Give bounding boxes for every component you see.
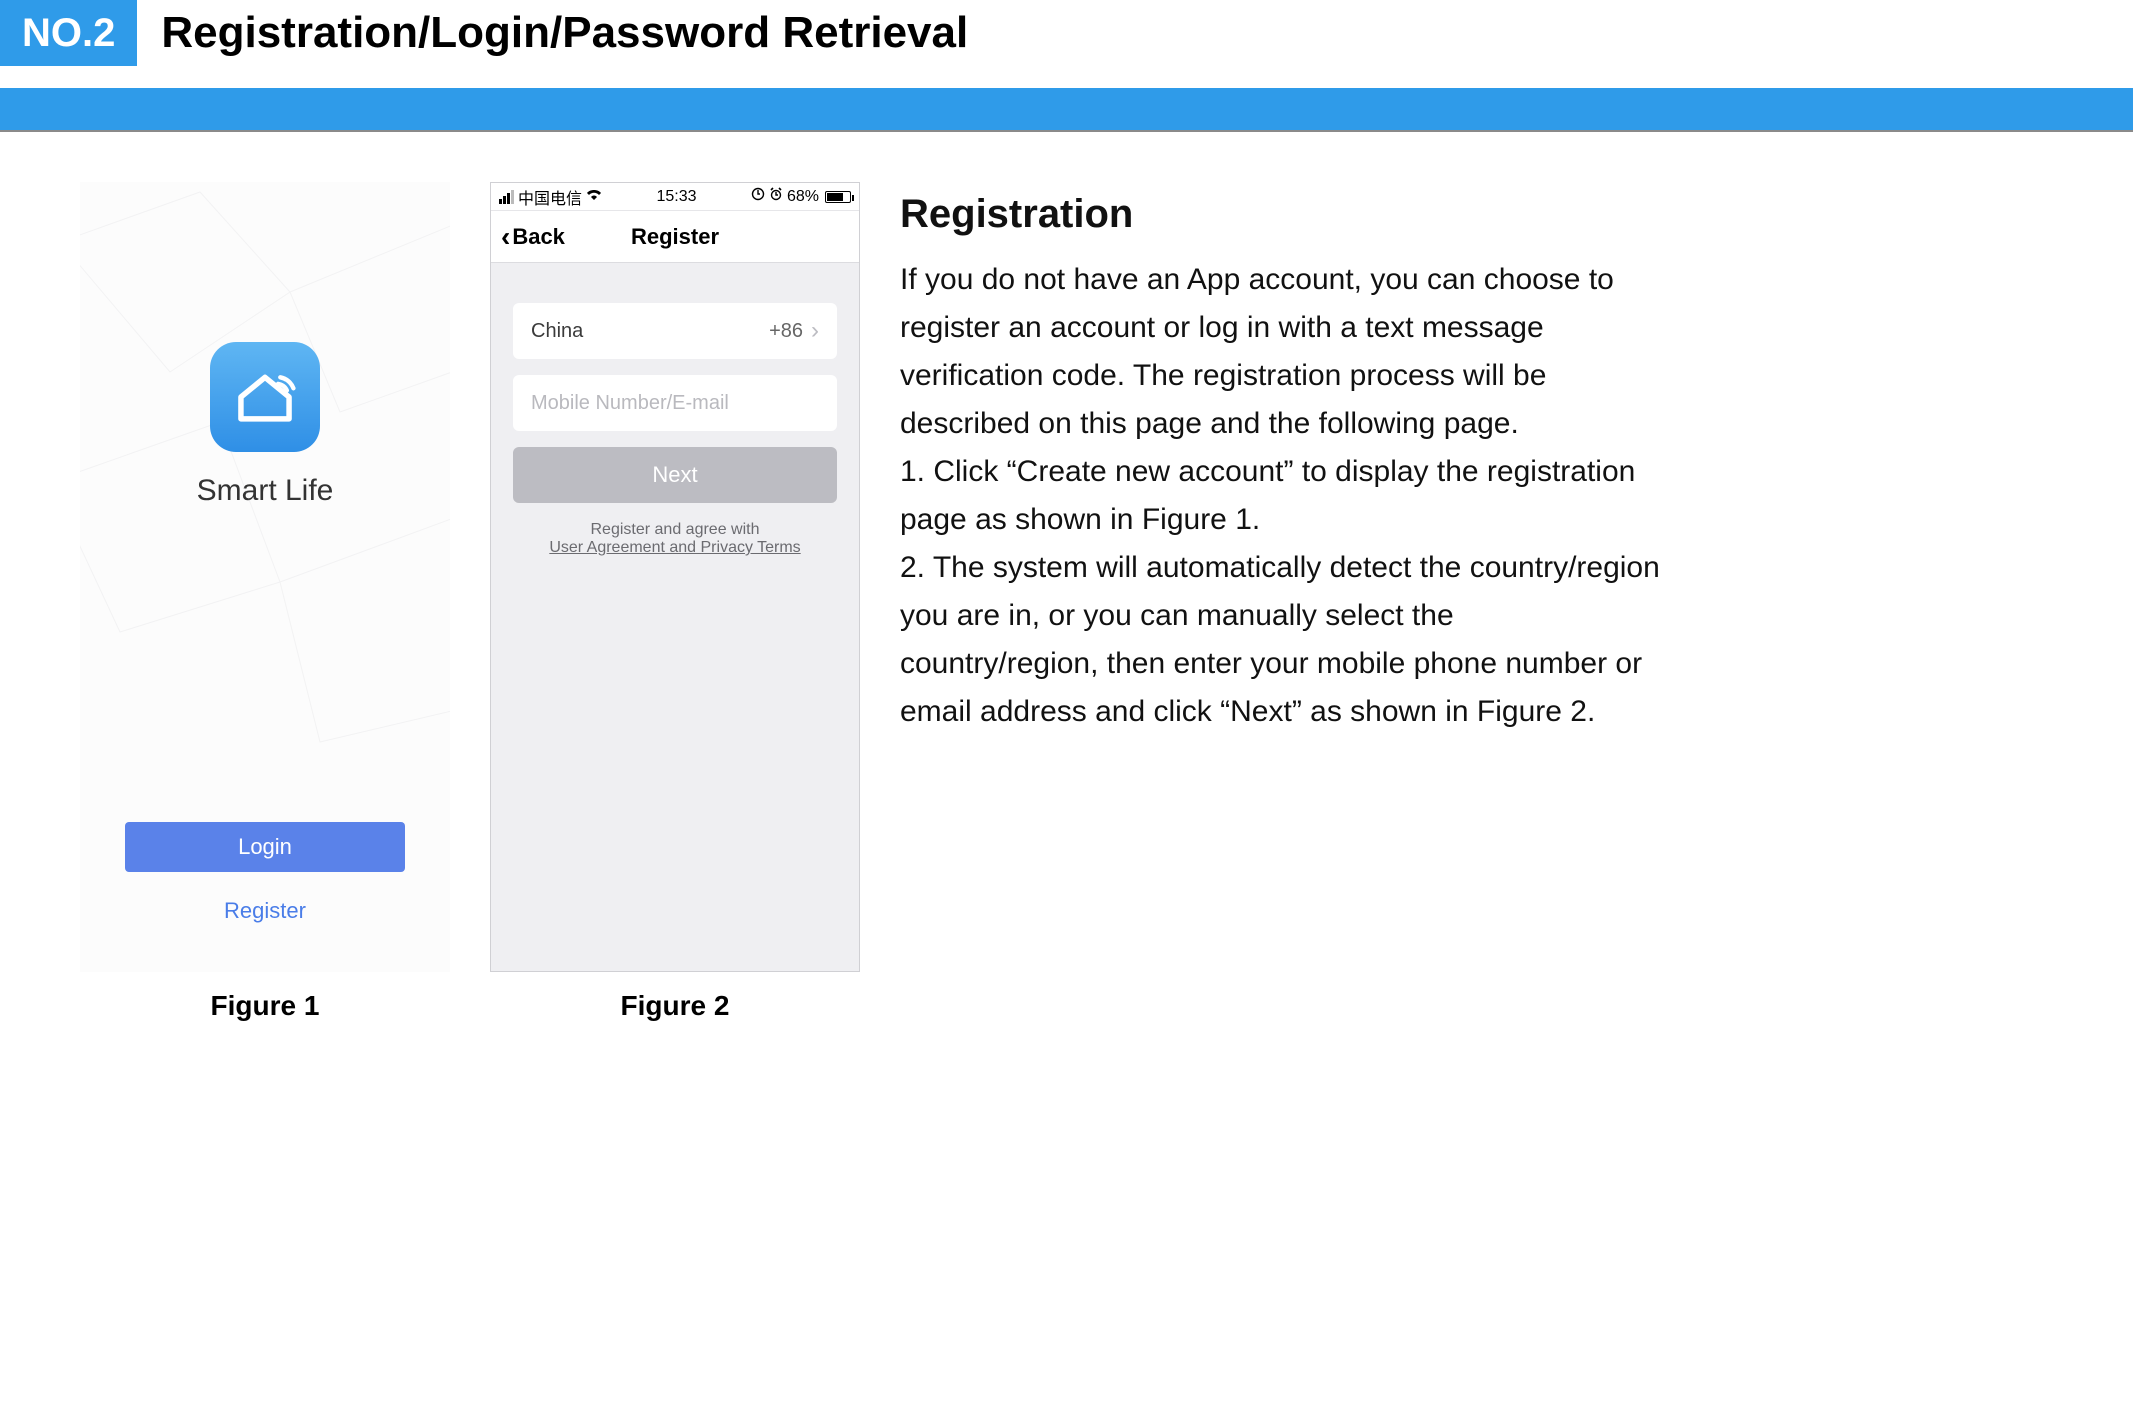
figure-1-phone: Smart Life Login Register: [80, 182, 450, 972]
status-time: 15:33: [656, 188, 696, 206]
figure-2-caption: Figure 2: [490, 990, 860, 1022]
nav-bar: ‹ Back Register: [491, 211, 859, 263]
country-picker[interactable]: China +86 ›: [513, 303, 837, 359]
nav-title: Register: [631, 224, 719, 250]
figure-1-caption: Figure 1: [80, 990, 450, 1022]
signal-icon: [499, 190, 514, 204]
account-input[interactable]: Mobile Number/E-mail: [513, 375, 837, 431]
section-number-badge: NO.2: [0, 0, 137, 66]
wifi-icon: [586, 188, 602, 206]
back-button[interactable]: ‹ Back: [501, 211, 565, 262]
country-name: China: [531, 320, 583, 343]
login-button[interactable]: Login: [125, 822, 405, 872]
figure-2-phone: 中国电信 15:33 68%: [490, 182, 860, 972]
alarm-icon: [769, 187, 783, 206]
register-link[interactable]: Register: [80, 898, 450, 924]
agreement-line1: Register and agree with: [513, 521, 837, 539]
chevron-right-icon: ›: [811, 317, 819, 345]
register-form: China +86 › Mobile Number/E-mail Next Re…: [491, 263, 859, 557]
instructions-heading: Registration: [900, 182, 1660, 246]
figure-1-column: Smart Life Login Register Figure 1: [80, 182, 450, 1022]
instructions-body: If you do not have an App account, you c…: [900, 256, 1660, 736]
country-code: +86: [769, 320, 803, 343]
instructions-column: Registration If you do not have an App a…: [900, 182, 1660, 736]
agreement-link[interactable]: User Agreement and Privacy Terms: [513, 539, 837, 557]
battery-icon: [825, 191, 851, 203]
page-header: NO.2 Registration/Login/Password Retriev…: [0, 0, 2133, 66]
carrier-label: 中国电信: [518, 185, 582, 209]
status-bar: 中国电信 15:33 68%: [491, 183, 859, 211]
page-title: Registration/Login/Password Retrieval: [137, 0, 992, 66]
chevron-left-icon: ‹: [501, 223, 510, 251]
battery-percent-label: 68%: [787, 188, 819, 206]
agreement-text: Register and agree with User Agreement a…: [513, 521, 837, 557]
back-label: Back: [512, 224, 565, 250]
orientation-lock-icon: [751, 187, 765, 206]
app-icon: [210, 342, 320, 452]
accent-bar: [0, 88, 2133, 132]
next-button[interactable]: Next: [513, 447, 837, 503]
figure-2-column: 中国电信 15:33 68%: [490, 182, 860, 1022]
